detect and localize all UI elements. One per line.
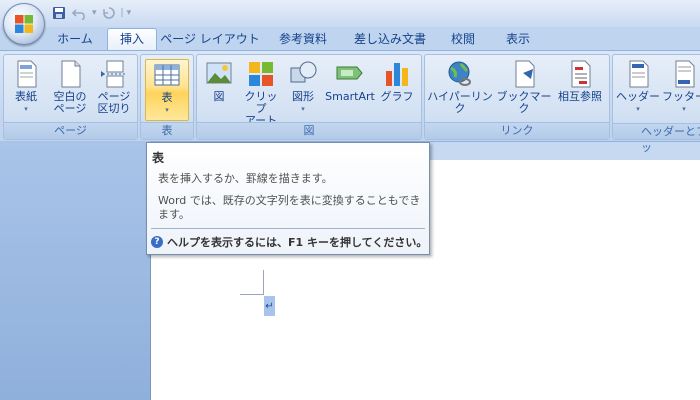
shapes-dropdown-icon: ▾ xyxy=(301,105,305,113)
office-logo-icon xyxy=(15,15,33,33)
page-break-button[interactable]: ページ 区切り xyxy=(94,59,134,121)
footer-label: フッター xyxy=(662,90,700,103)
header-label: ヘッダー xyxy=(616,90,660,103)
cover-page-label: 表紙 xyxy=(15,90,37,103)
hyperlink-button[interactable]: ハイパーリンク xyxy=(427,59,493,121)
blank-page-button[interactable]: 空白の ページ xyxy=(50,59,90,121)
group-table: 表 ▾ 表 xyxy=(140,54,194,140)
tab-review[interactable]: 校閲 xyxy=(442,29,484,50)
margin-corner-mark xyxy=(240,294,264,295)
tooltip-help-text: ヘルプを表示するには、F1 キーを押してください。 xyxy=(167,236,428,249)
footer-dropdown-icon: ▾ xyxy=(682,105,686,113)
office-button[interactable] xyxy=(3,3,45,45)
tooltip-detail: Word では、既存の文字列を表に変換することもできます。 xyxy=(158,194,421,221)
qat-separator: | xyxy=(120,8,124,18)
redo-icon[interactable] xyxy=(100,4,118,22)
table-button[interactable]: 表 ▾ xyxy=(145,59,189,121)
group-table-label: 表 xyxy=(141,122,193,139)
smartart-button[interactable]: SmartArt xyxy=(325,59,375,121)
tab-insert[interactable]: 挿入 xyxy=(107,28,157,51)
cover-page-dropdown-icon: ▾ xyxy=(24,105,28,113)
clipart-icon xyxy=(249,62,273,86)
save-icon[interactable] xyxy=(50,4,68,22)
table-label: 表 xyxy=(161,91,173,104)
customize-qat-icon[interactable]: ▾ xyxy=(127,8,132,18)
smartart-icon xyxy=(336,66,363,80)
chart-label: グラフ xyxy=(380,90,414,103)
clipart-button[interactable]: クリップ アート xyxy=(241,59,281,127)
cover-page-icon xyxy=(17,60,37,88)
tab-page-layout[interactable]: ページ レイアウト xyxy=(160,29,260,50)
tab-references[interactable]: 参考資料 xyxy=(268,29,338,50)
header-icon xyxy=(629,60,649,88)
bookmark-button[interactable]: ブックマーク xyxy=(495,59,553,121)
bookmark-label: ブックマーク xyxy=(496,90,552,115)
table-dropdown-icon: ▾ xyxy=(165,106,169,114)
bookmark-icon xyxy=(515,60,535,88)
blank-page-label: 空白の ページ xyxy=(53,90,87,115)
group-header-footer-label: ヘッダーとフッ xyxy=(613,123,700,154)
cross-reference-icon xyxy=(571,60,591,88)
group-links: ハイパーリンク ブックマーク 相互参照 リンク xyxy=(424,54,610,140)
picture-button[interactable]: 図 xyxy=(199,59,239,121)
chart-button[interactable]: グラフ xyxy=(377,59,417,121)
hyperlink-icon xyxy=(448,61,471,86)
cross-reference-label: 相互参照 xyxy=(558,90,602,103)
tab-mailings[interactable]: 差し込み文書 xyxy=(345,29,435,50)
tooltip-help: ? ヘルプを表示するには、F1 キーを押してください。 xyxy=(151,234,427,250)
group-header-footer: ヘッダー ▾ フッター ▾ ヘッダーとフッ xyxy=(612,54,700,154)
chart-icon xyxy=(386,63,408,86)
ribbon: 表紙 ▾ 空白の ページ ページ 区切り ページ 表 ▾ 表 図 クリップ アー… xyxy=(0,50,700,154)
picture-icon xyxy=(206,62,232,84)
cover-page-button[interactable]: 表紙 ▾ xyxy=(6,59,46,121)
page-break-label: ページ 区切り xyxy=(97,90,131,115)
document-background xyxy=(0,141,150,400)
header-button[interactable]: ヘッダー ▾ xyxy=(615,59,661,121)
cross-reference-button[interactable]: 相互参照 xyxy=(555,59,605,121)
quick-access-toolbar: ▾ | ▾ xyxy=(50,4,131,22)
smartart-label: SmartArt xyxy=(325,90,375,103)
paragraph-mark-cursor[interactable]: ↵ xyxy=(264,296,275,316)
tooltip-title: 表 xyxy=(152,151,165,165)
footer-button[interactable]: フッター ▾ xyxy=(661,59,700,121)
tab-home[interactable]: ホーム xyxy=(50,29,100,50)
header-dropdown-icon: ▾ xyxy=(636,105,640,113)
help-icon: ? xyxy=(151,236,163,248)
tooltip-description: 表を挿入するか、罫線を描きます。 xyxy=(158,172,333,185)
tooltip-divider xyxy=(151,228,425,229)
group-pages-label: ページ xyxy=(4,122,137,139)
shapes-icon xyxy=(290,61,317,83)
ribbon-tab-row: ホーム 挿入 ページ レイアウト 参考資料 差し込み文書 校閲 表示 xyxy=(0,27,700,51)
tab-view[interactable]: 表示 xyxy=(497,29,539,50)
table-tooltip: 表 表を挿入するか、罫線を描きます。 Word では、既存の文字列を表に変換する… xyxy=(146,142,430,255)
table-icon xyxy=(154,64,180,86)
blank-page-icon xyxy=(61,60,81,88)
margin-corner-mark-vertical xyxy=(263,270,264,294)
page-break-icon xyxy=(101,60,127,88)
undo-dropdown-icon[interactable]: ▾ xyxy=(92,8,97,18)
group-illustrations: 図 クリップ アート 図形 ▾ SmartArt グラフ 図 xyxy=(196,54,422,140)
title-bar: ▾ | ▾ xyxy=(0,0,700,27)
group-pages: 表紙 ▾ 空白の ページ ページ 区切り ページ xyxy=(3,54,138,140)
shapes-label: 図形 xyxy=(292,90,314,103)
picture-label: 図 xyxy=(213,90,225,103)
group-illustrations-label: 図 xyxy=(197,122,421,139)
footer-icon xyxy=(675,60,695,88)
hyperlink-label: ハイパーリンク xyxy=(427,90,493,115)
group-links-label: リンク xyxy=(425,122,609,139)
shapes-button[interactable]: 図形 ▾ xyxy=(283,59,323,121)
undo-icon[interactable] xyxy=(71,4,89,22)
